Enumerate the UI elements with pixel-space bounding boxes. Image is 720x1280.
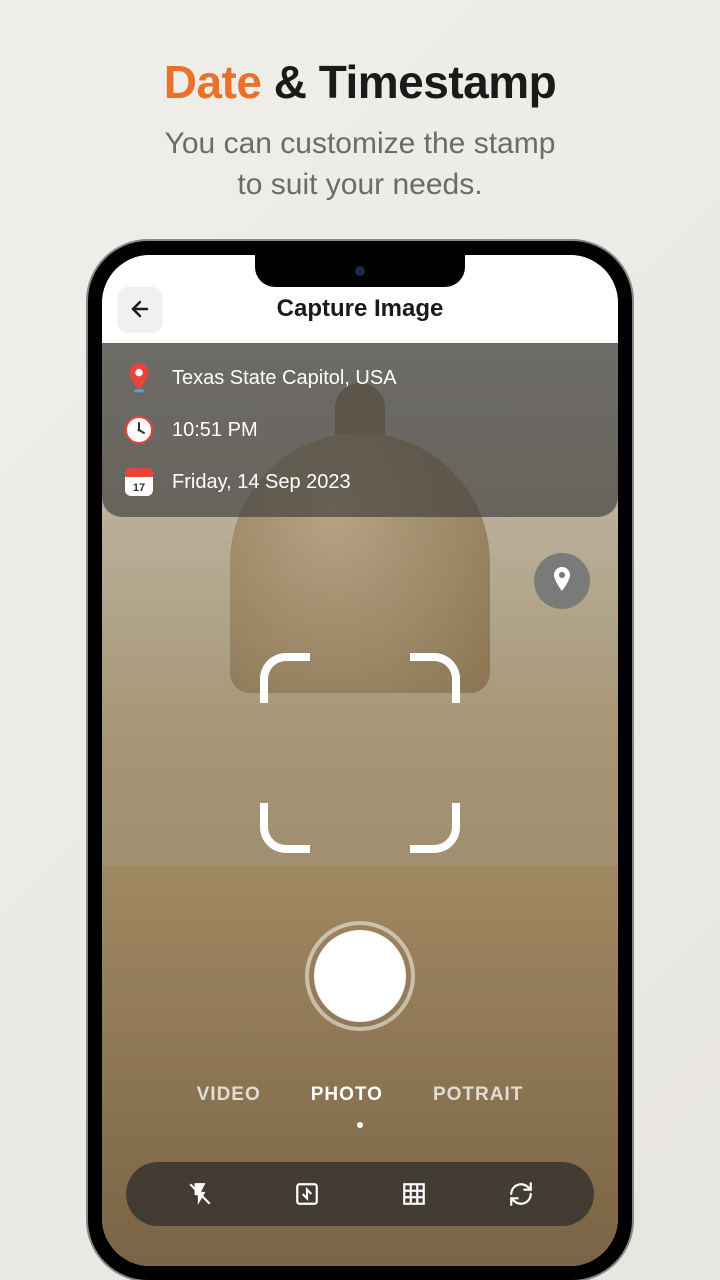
camera-viewfinder: Texas State Capitol, USA 10:51 PM 17 Fri… (102, 343, 618, 1266)
date-text: Friday, 14 Sep 2023 (172, 471, 351, 494)
app-title: Capture Image (277, 295, 444, 323)
flash-off-icon (187, 1181, 213, 1207)
mode-portrait[interactable]: POTRAIT (433, 1084, 523, 1106)
time-text: 10:51 PM (172, 419, 258, 442)
stamp-info-panel: Texas State Capitol, USA 10:51 PM 17 Fri… (102, 343, 618, 517)
capture-modes: VIDEO PHOTO POTRAIT (102, 1084, 618, 1106)
mode-video[interactable]: VIDEO (197, 1084, 261, 1106)
page-headline: Date & Timestamp (164, 55, 557, 109)
calendar-icon: 17 (124, 467, 154, 497)
location-pin-icon (124, 363, 154, 393)
calendar-day: 17 (133, 482, 145, 494)
flash-button[interactable] (180, 1174, 220, 1214)
switch-camera-button[interactable] (501, 1174, 541, 1214)
camera-toolbar (126, 1162, 594, 1226)
location-row: Texas State Capitol, USA (124, 363, 596, 393)
headline-accent: Date (164, 56, 262, 108)
aspect-ratio-button[interactable] (287, 1174, 327, 1214)
time-row: 10:51 PM (124, 415, 596, 445)
location-text: Texas State Capitol, USA (172, 367, 397, 390)
pin-icon (550, 567, 574, 595)
clock-icon (124, 415, 154, 445)
back-button[interactable] (118, 287, 162, 331)
shutter-button[interactable] (305, 921, 415, 1031)
map-pin-button[interactable] (534, 553, 590, 609)
page-subtitle: You can customize the stamp to suit your… (165, 124, 556, 205)
grid-icon (401, 1181, 427, 1207)
phone-frame: Capture Image Texas State Capitol, USA (88, 241, 632, 1280)
refresh-icon (508, 1181, 534, 1207)
mode-photo[interactable]: PHOTO (311, 1084, 383, 1106)
mode-indicator-dot (357, 1122, 363, 1128)
phone-notch (255, 255, 465, 287)
arrow-left-icon (128, 297, 152, 321)
shutter-inner (314, 930, 406, 1022)
aspect-ratio-icon (294, 1181, 320, 1207)
date-row: 17 Friday, 14 Sep 2023 (124, 467, 596, 497)
focus-frame (260, 653, 460, 853)
headline-rest: & Timestamp (261, 56, 556, 108)
phone-screen: Capture Image Texas State Capitol, USA (102, 255, 618, 1266)
grid-button[interactable] (394, 1174, 434, 1214)
